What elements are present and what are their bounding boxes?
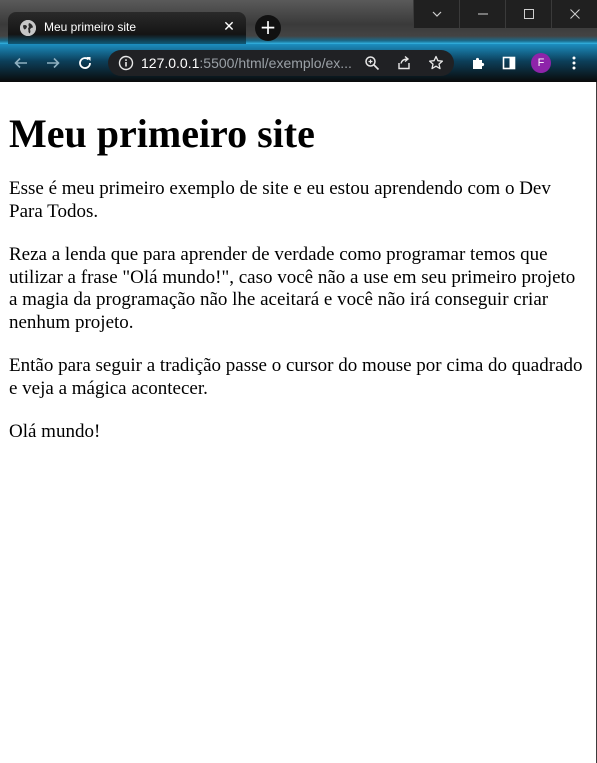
- close-window-button[interactable]: [551, 0, 597, 28]
- intro-paragraph: Esse é meu primeiro exemplo de site e eu…: [9, 178, 551, 222]
- page-title: Meu primeiro site: [9, 111, 315, 156]
- tab-search-button[interactable]: [413, 0, 459, 28]
- url-path: :5500/html/exemplo/ex...: [199, 55, 352, 71]
- legend-paragraph: Reza a lenda que para aprender de verdad…: [9, 244, 576, 333]
- url-host: 127.0.0.1: [141, 55, 200, 71]
- reload-icon: [79, 57, 91, 69]
- maximize-icon: [523, 9, 534, 19]
- hello-world-text: Olá mundo!: [9, 421, 101, 442]
- puzzle-icon: [473, 57, 485, 69]
- side-panel-button[interactable]: [498, 52, 520, 74]
- reload-button[interactable]: [74, 52, 96, 74]
- tab-active[interactable]: Meu primeiro site ✕: [8, 12, 246, 44]
- chevron-down-icon: [432, 11, 441, 17]
- star-icon[interactable]: [428, 55, 444, 71]
- window-controls: [413, 0, 597, 28]
- maximize-button[interactable]: [505, 0, 551, 28]
- page-content: Meu primeiro site Esse é meu primeiro ex…: [0, 82, 596, 763]
- minimize-button[interactable]: [459, 0, 505, 28]
- side-panel-icon: [502, 56, 516, 70]
- zoom-icon[interactable]: [364, 55, 380, 71]
- extensions-button[interactable]: [467, 52, 489, 74]
- share-icon[interactable]: [396, 55, 412, 71]
- forward-button[interactable]: [42, 52, 64, 74]
- browser-window: Meu primeiro site ✕ + 127.0.0.1:5500/htm…: [0, 0, 597, 763]
- profile-avatar[interactable]: F: [531, 53, 551, 73]
- arrow-right-icon: [47, 57, 60, 69]
- browser-toolbar: 127.0.0.1:5500/html/exemplo/ex... F: [0, 44, 597, 82]
- globe-icon: [20, 20, 36, 36]
- close-icon: [569, 9, 580, 19]
- address-bar[interactable]: 127.0.0.1:5500/html/exemplo/ex...: [108, 50, 454, 76]
- menu-button[interactable]: [563, 52, 585, 74]
- tab-strip: Meu primeiro site ✕ +: [0, 0, 597, 44]
- tab-close-button[interactable]: ✕: [220, 18, 238, 36]
- new-tab-button[interactable]: +: [255, 15, 281, 41]
- tab-title: Meu primeiro site: [44, 20, 137, 34]
- more-vertical-icon: [572, 56, 576, 70]
- arrow-left-icon: [14, 57, 27, 69]
- url-text[interactable]: 127.0.0.1:5500/html/exemplo/ex...: [141, 55, 352, 71]
- back-button[interactable]: [10, 52, 32, 74]
- instruction-paragraph: Então para seguir a tradição passe o cur…: [9, 355, 583, 399]
- minimize-icon: [477, 13, 488, 15]
- info-icon[interactable]: [118, 55, 134, 71]
